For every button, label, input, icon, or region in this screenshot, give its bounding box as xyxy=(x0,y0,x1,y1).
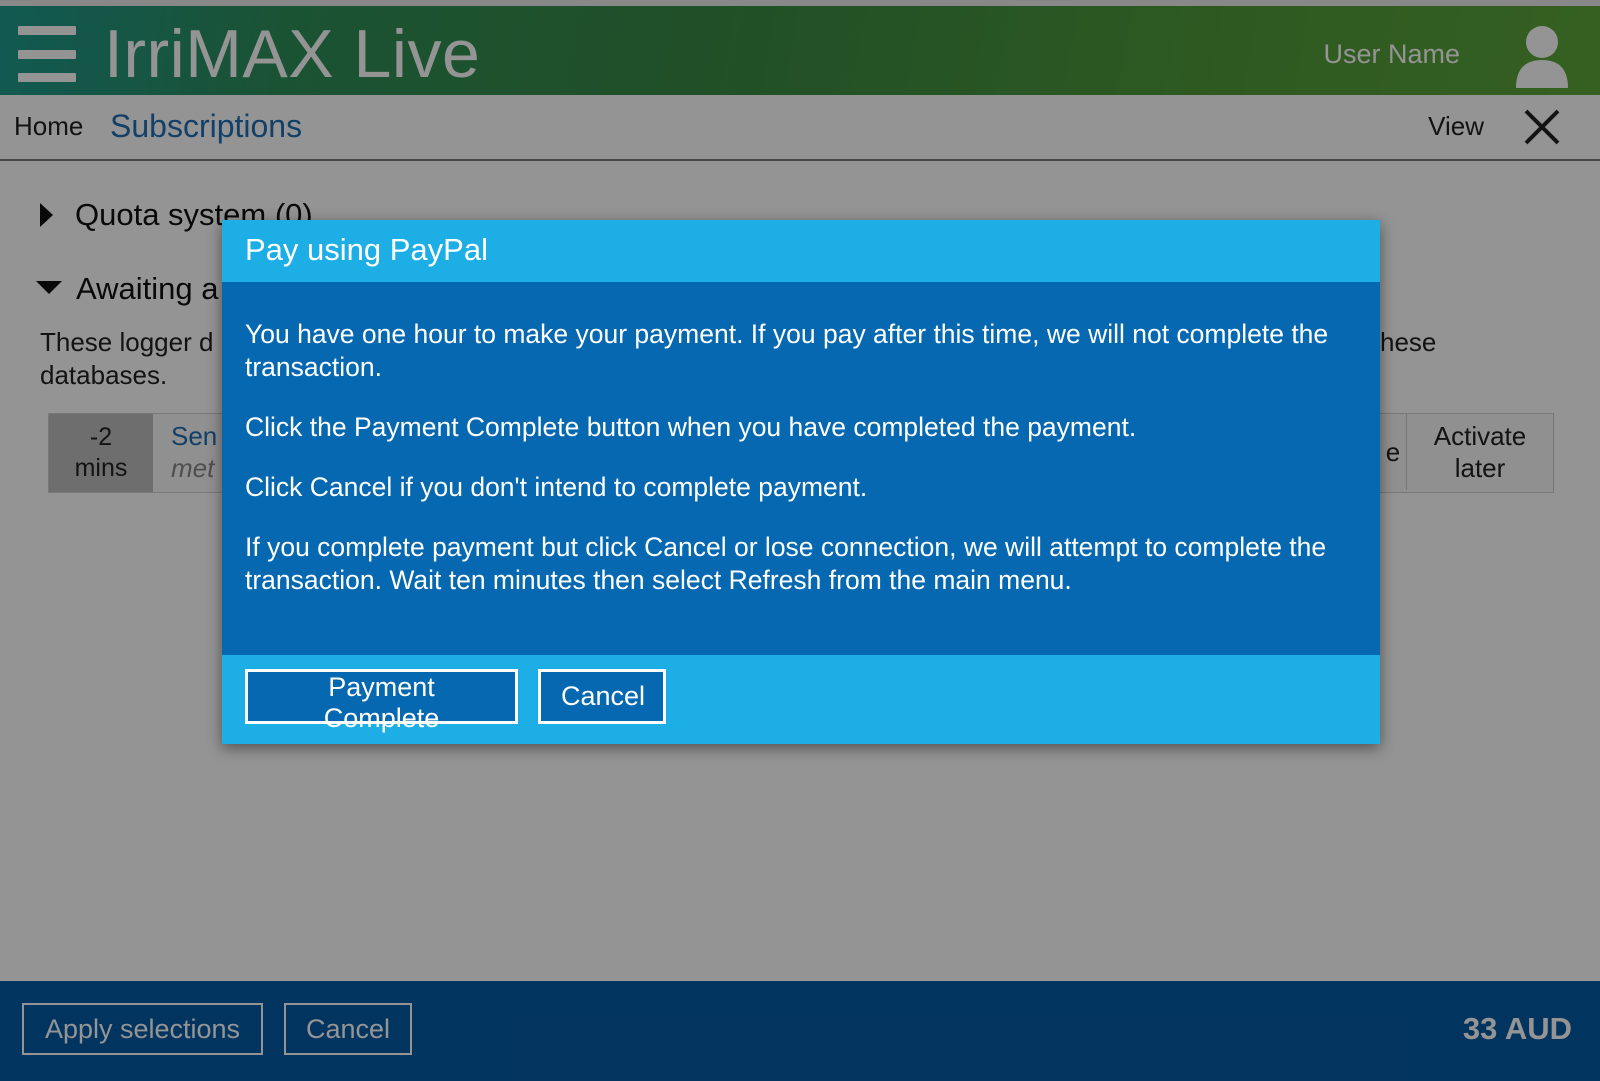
app-window: IrriMAX Live User Name Home Subscription… xyxy=(0,0,1600,1081)
dialog-footer: Payment Complete Cancel xyxy=(222,655,1380,744)
payment-complete-button[interactable]: Payment Complete xyxy=(245,669,518,733)
dialog-title: Pay using PayPal xyxy=(245,232,488,267)
dialog-body: You have one hour to make your payment. … xyxy=(245,318,1355,624)
dialog-paragraph: Click the Payment Complete button when y… xyxy=(245,412,1137,442)
dialog-cancel-button[interactable]: Cancel xyxy=(538,669,666,724)
dialog-paragraph: Click Cancel if you don't intend to comp… xyxy=(245,472,868,502)
dialog-paragraph: You have one hour to make your payment. … xyxy=(245,319,1329,382)
paypal-dialog: Pay using PayPal You have one hour to ma… xyxy=(222,220,1380,744)
dialog-header: Pay using PayPal xyxy=(222,220,1380,282)
dialog-paragraph: If you complete payment but click Cancel… xyxy=(245,532,1327,595)
